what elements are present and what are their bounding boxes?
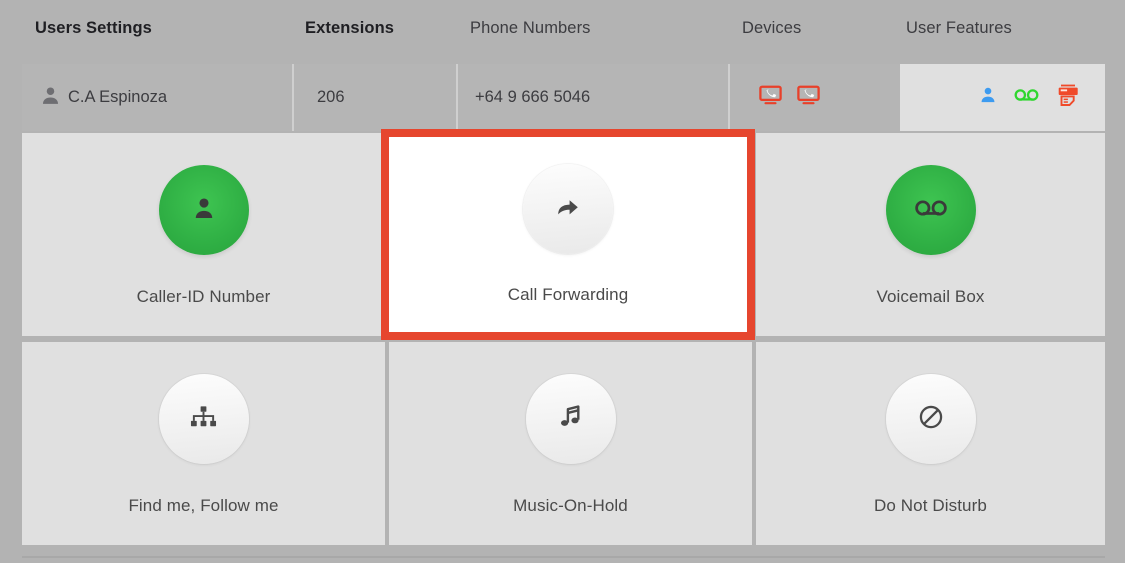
user-name-cell[interactable]: C.A Espinoza (22, 64, 294, 131)
feature-card-caller-id-number[interactable]: Caller-ID Number (22, 133, 385, 336)
music-on-hold-icon-circle (525, 374, 616, 464)
do-not-disturb-icon-circle (885, 374, 976, 464)
bottom-divider (22, 556, 1105, 558)
feature-card-voicemail-box[interactable]: Voicemail Box (756, 133, 1105, 336)
tab-phone-numbers[interactable]: Phone Numbers (470, 17, 591, 39)
feature-card-grid: Caller-ID Number Voicemail Box Find me, … (22, 129, 1105, 545)
call-forwarding-icon-circle (523, 164, 613, 254)
tab-extensions[interactable]: Extensions (305, 17, 394, 39)
caller-id-icon-circle (158, 165, 249, 255)
feature-card-label: Do Not Disturb (874, 496, 987, 515)
user-profile-icon[interactable] (979, 86, 997, 109)
feature-card-label: Call Forwarding (507, 285, 629, 304)
forward-arrow-icon (555, 195, 581, 224)
feature-card-label: Voicemail Box (876, 287, 985, 306)
feature-card-call-forwarding[interactable]: Call Forwarding (381, 129, 755, 340)
find-me-icon-circle (158, 374, 249, 464)
feature-card-do-not-disturb[interactable]: Do Not Disturb (756, 342, 1105, 545)
music-note-icon (558, 404, 583, 435)
user-extension-text: 206 (317, 88, 345, 106)
tab-devices[interactable]: Devices (742, 17, 801, 39)
tab-users-settings[interactable]: Users Settings (35, 17, 152, 39)
sitemap-icon (190, 405, 217, 434)
feature-card-label: Music-On-Hold (513, 496, 628, 515)
user-icon (191, 195, 217, 226)
user-devices-cell[interactable] (730, 64, 900, 131)
tab-user-features[interactable]: User Features (906, 17, 1012, 39)
user-phone-number-cell[interactable]: +64 9 666 5046 (458, 64, 730, 131)
feature-card-label: Caller-ID Number (136, 287, 271, 306)
do-not-disturb-icon (918, 404, 944, 435)
desk-phone-icon[interactable] (796, 83, 821, 113)
voicemail-icon-circle (885, 165, 976, 255)
avatar-user-icon (40, 85, 61, 111)
feature-card-music-on-hold[interactable]: Music-On-Hold (389, 342, 752, 545)
top-navigation-bar: Users Settings Extensions Phone Numbers … (0, 0, 1125, 57)
user-table-row[interactable]: C.A Espinoza 206 +64 9 666 5046 (22, 64, 1105, 131)
voicemail-icon (914, 198, 948, 223)
user-name-text: C.A Espinoza (68, 88, 168, 106)
desk-phone-icon[interactable] (758, 83, 783, 113)
voicemail-icon[interactable] (1014, 86, 1039, 109)
user-extension-cell[interactable]: 206 (294, 64, 458, 131)
feature-card-label: Find me, Follow me (128, 496, 279, 515)
user-features-cell[interactable] (900, 64, 1105, 131)
feature-card-find-me-follow-me[interactable]: Find me, Follow me (22, 342, 385, 545)
user-phone-number-text: +64 9 666 5046 (475, 88, 591, 106)
fax-icon[interactable] (1056, 83, 1081, 112)
